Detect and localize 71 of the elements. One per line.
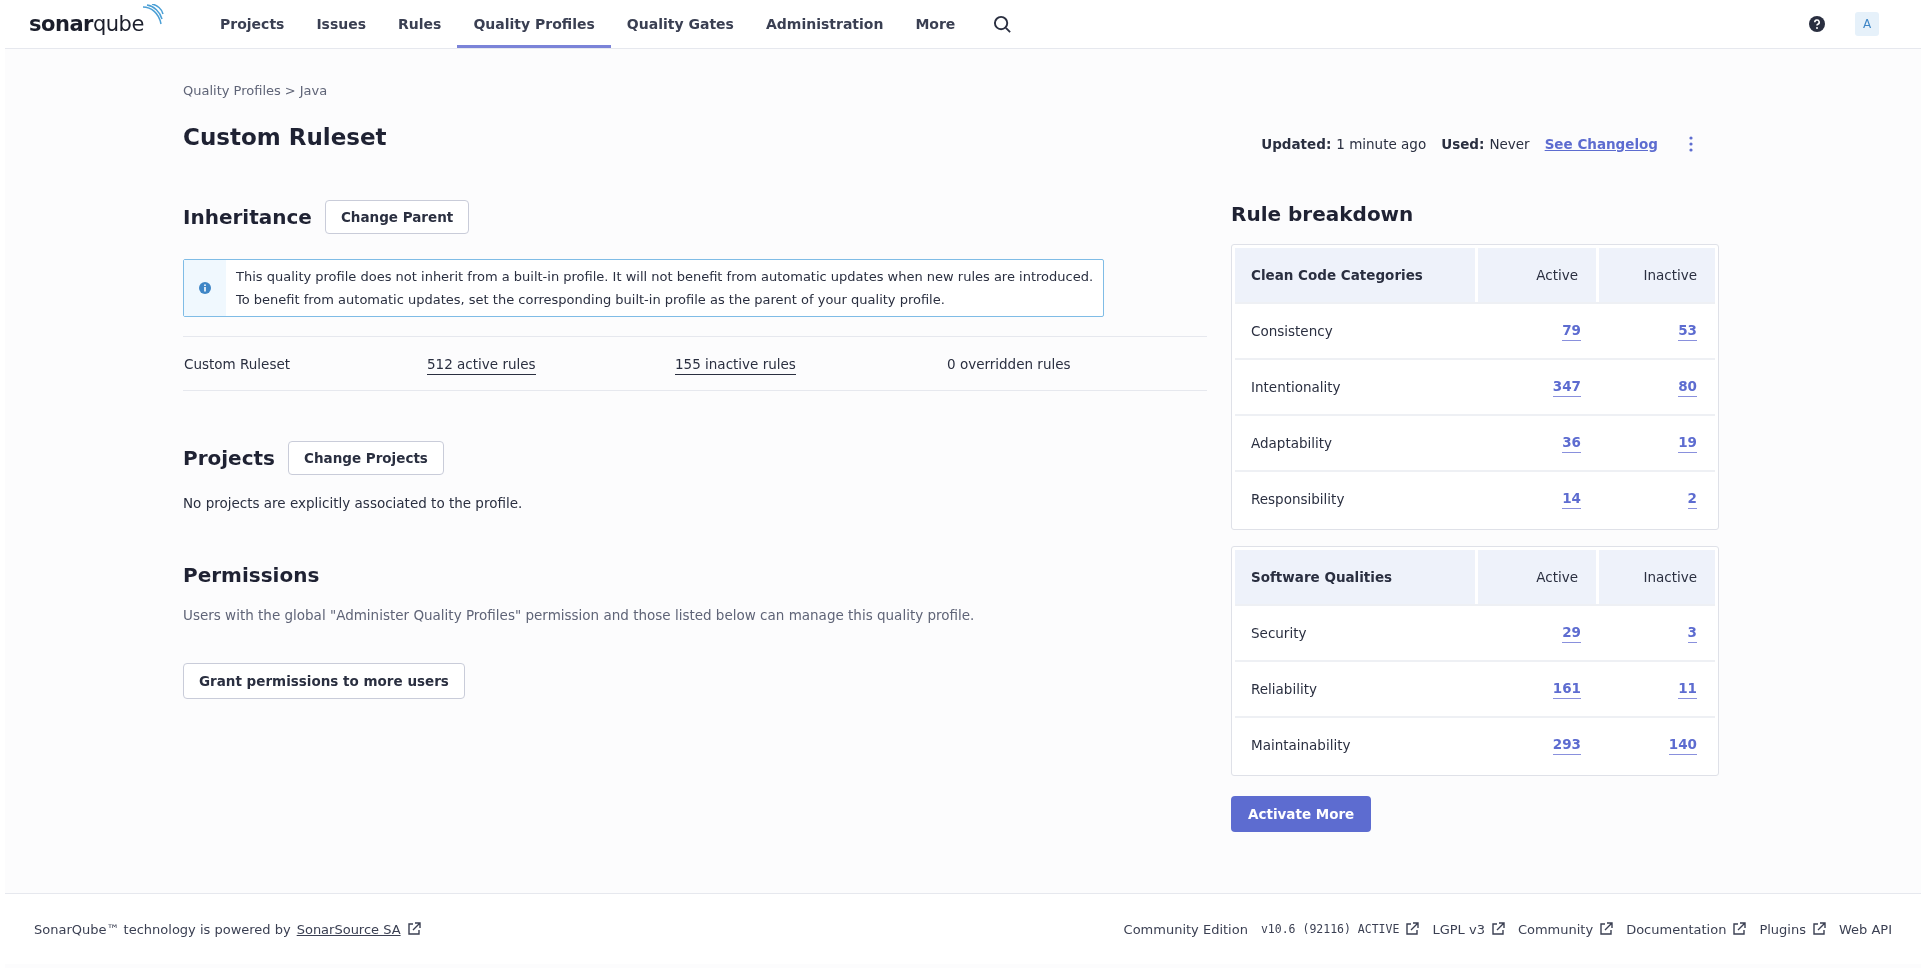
external-link-icon <box>1599 922 1614 936</box>
info-icon <box>199 282 211 294</box>
rule-breakdown-title: Rule breakdown <box>1231 202 1415 226</box>
column-header: Inactive <box>1599 248 1715 302</box>
info-text: To benefit from automatic updates, set the corresponding built-in profile as the parent of your quality profile. <box>236 292 946 307</box>
change-projects-button[interactable]: Change Projects <box>288 441 444 475</box>
active-count-link[interactable]: 347 <box>1552 377 1581 397</box>
active-count-link[interactable]: 161 <box>1552 679 1581 699</box>
active-count-link[interactable]: 79 <box>1562 321 1581 341</box>
external-link-icon <box>1490 922 1505 936</box>
external-link-icon <box>1732 922 1747 936</box>
search-icon[interactable] <box>993 14 1013 34</box>
edition-text: Community Edition <box>1123 921 1248 937</box>
row-label: Reliability <box>1250 680 1318 699</box>
active-count-link[interactable]: 14 <box>1562 489 1581 509</box>
page-title: Custom Ruleset <box>183 124 387 150</box>
footer-text: SonarQube™ technology is powered by <box>34 921 291 937</box>
used-label: Used: <box>1441 136 1485 152</box>
nav-tab[interactable]: Issues <box>300 0 383 48</box>
row-label: Consistency <box>1250 322 1334 341</box>
nav-tab[interactable]: Projects <box>204 0 301 48</box>
used-value: Never <box>1489 136 1530 152</box>
active-count-link[interactable]: 293 <box>1552 735 1581 755</box>
nav-tab[interactable]: More <box>899 0 972 48</box>
external-link-icon <box>1811 922 1826 936</box>
section-heading: Permissions <box>183 563 320 587</box>
column-header: Software Qualities <box>1235 550 1475 604</box>
updated-label: Updated: <box>1261 136 1332 152</box>
footer-link[interactable]: LGPL v3 <box>1432 921 1505 937</box>
no-projects-text: No projects are explicitly associated to the profile. <box>183 495 524 511</box>
permissions-description: Users with the global "Administer Quality Profiles" permission and those listed below can manage this quality profile. <box>183 607 976 623</box>
row-label: Adaptability <box>1250 434 1334 453</box>
info-text: This quality profile does not inherit from a built-in profile. It will not benefit from automatic updates when new rules are introduced. <box>236 269 1094 284</box>
breadcrumb-link[interactable]: Quality Profiles <box>183 83 281 98</box>
updated-value: 1 minute ago <box>1336 136 1427 152</box>
row-label: Responsibility <box>1250 490 1346 509</box>
row-label: Security <box>1250 624 1308 643</box>
active-count-link[interactable]: 36 <box>1562 433 1581 453</box>
external-link-icon <box>406 922 421 936</box>
section-heading: Projects <box>183 446 275 470</box>
nav-tab[interactable]: Quality Gates <box>610 0 750 48</box>
section-heading: Inheritance <box>183 205 312 229</box>
more-options-icon[interactable] <box>1689 136 1693 152</box>
column-header: Inactive <box>1599 550 1715 604</box>
help-icon[interactable] <box>1809 16 1825 32</box>
column-header: Active <box>1478 248 1596 302</box>
nav-tab[interactable]: Quality Profiles <box>457 0 611 48</box>
active-count-link[interactable]: 29 <box>1562 623 1581 643</box>
profile-name: Custom Ruleset <box>183 355 292 372</box>
column-header: Active <box>1478 550 1596 604</box>
external-link-icon <box>1405 922 1420 936</box>
row-label: Intentionality <box>1250 378 1342 397</box>
nav-tab[interactable]: Rules <box>382 0 458 48</box>
changelog-link[interactable]: See Changelog <box>1544 136 1658 152</box>
row-label: Maintainability <box>1250 736 1352 755</box>
breadcrumb-separator: > <box>284 83 296 98</box>
nav-tab[interactable]: Administration <box>749 0 900 48</box>
active-rules-link[interactable]: 512 active rules <box>427 355 536 375</box>
sonarqube-logo[interactable]: sonarqube <box>29 12 144 36</box>
breadcrumb-current: Java <box>299 83 328 98</box>
footer-link[interactable]: Community <box>1517 921 1614 937</box>
grant-permissions-button[interactable]: Grant permissions to more users <box>183 663 465 699</box>
sonarsource-link[interactable]: SonarSource SA <box>296 921 401 937</box>
version-text: v10.6 (92116) ACTIVE <box>1260 922 1420 936</box>
footer-link[interactable]: Documentation <box>1626 921 1747 937</box>
footer-link[interactable]: Web API <box>1838 921 1892 937</box>
footer-link[interactable]: Plugins <box>1759 921 1826 937</box>
overridden-rules-text: 0 overridden rules <box>947 355 1071 372</box>
column-header: Clean Code Categories <box>1235 248 1475 302</box>
activate-more-button[interactable]: Activate More <box>1231 796 1372 832</box>
change-parent-button[interactable]: Change Parent <box>324 200 470 234</box>
